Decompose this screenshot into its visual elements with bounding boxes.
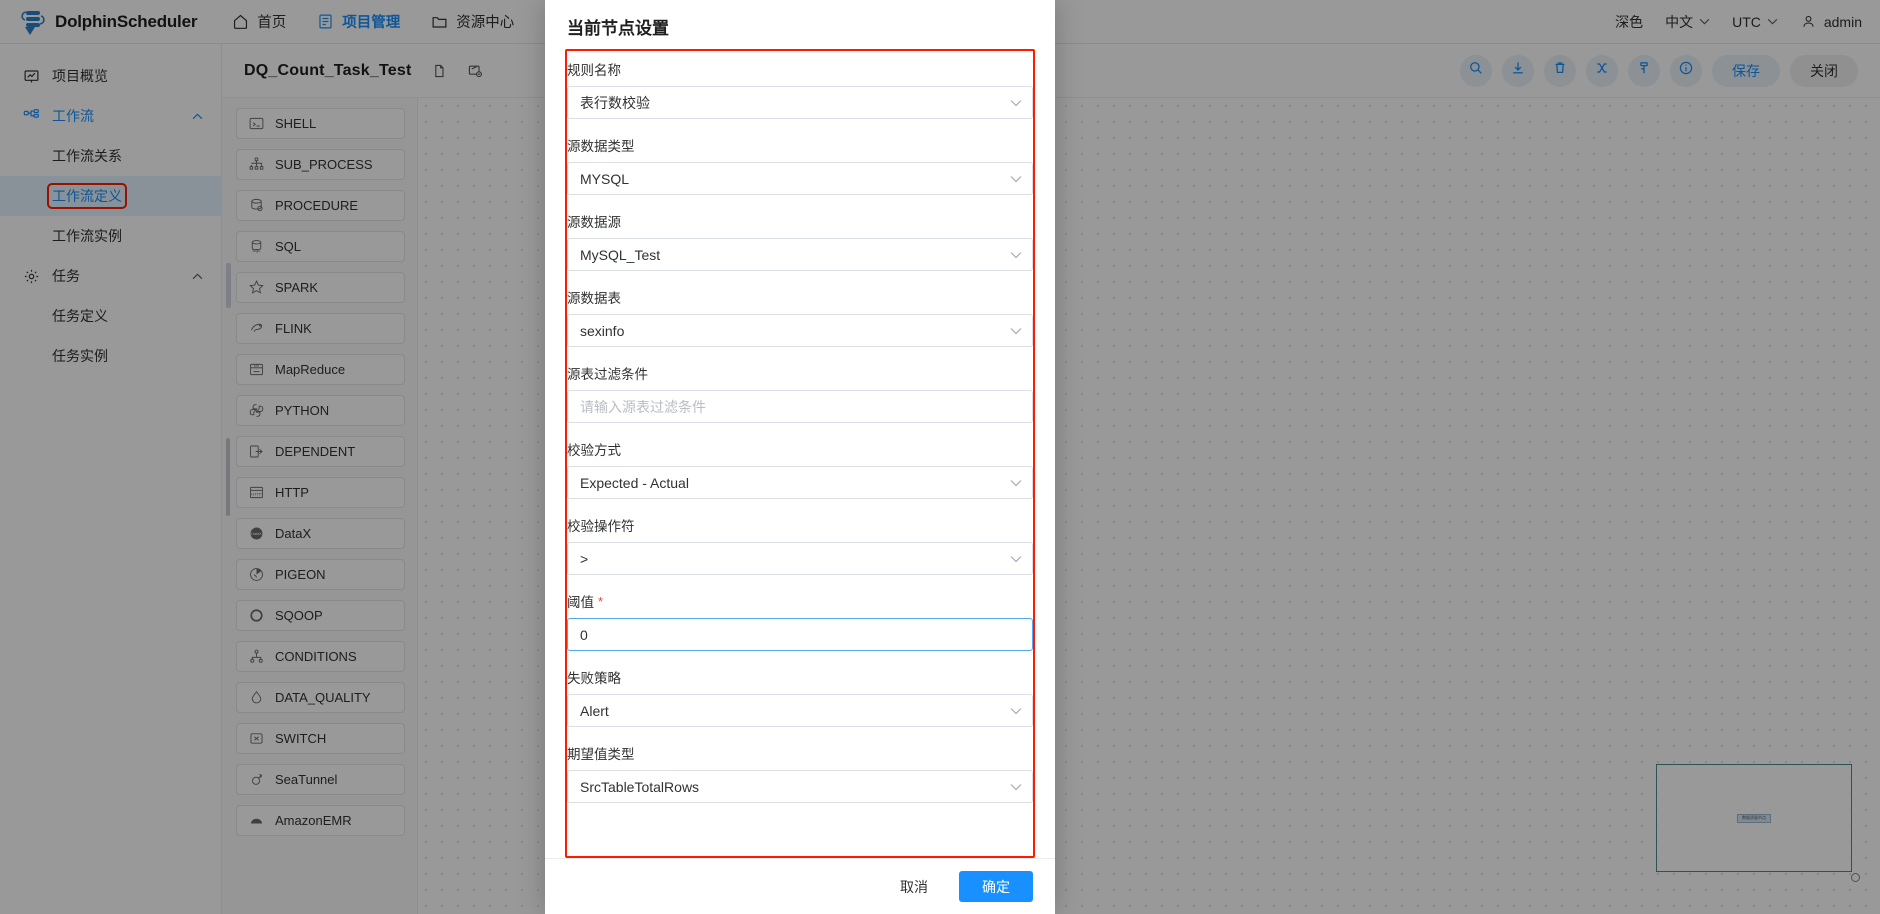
text-input-value-4: 请输入源表过滤条件	[580, 398, 706, 415]
text-input-7[interactable]: 0	[567, 618, 1033, 651]
form-field-label: 源数据源	[567, 215, 621, 230]
chevron-down-icon	[1010, 175, 1022, 182]
form-field-6: 校验操作符 >	[567, 515, 1033, 575]
text-input-4[interactable]: 请输入源表过滤条件	[567, 390, 1033, 423]
select-control-value-6: >	[580, 550, 589, 567]
dialog-body: 规则名称表行数校验源数据类型 MYSQL 源数据源 MySQL_Test 源数据表 sex…	[545, 49, 1055, 858]
chevron-down-icon	[1010, 707, 1022, 714]
form-field-label-wrap: 期望值类型	[567, 743, 1033, 763]
form-field-label: 阈值	[567, 595, 594, 610]
form-field-label: 源数据表	[567, 291, 621, 306]
dialog-header: 当前节点设置	[545, 0, 1055, 49]
node-settings-dialog: 当前节点设置 规则名称表行数校验源数据类型 MYSQL 源数据源 MySQL_Test…	[545, 0, 1055, 914]
form-field-label: 规则名称	[567, 63, 621, 78]
form-field-label-wrap: 源表过滤条件	[567, 363, 1033, 383]
dialog-title: 当前节点设置	[567, 19, 669, 38]
form-field-label: 校验操作符	[567, 519, 635, 534]
select-control-9[interactable]: SrcTableTotalRows	[567, 770, 1033, 803]
form-field-label: 源数据类型	[567, 139, 635, 154]
select-control-value-9: SrcTableTotalRows	[580, 778, 700, 795]
cancel-button[interactable]: 取消	[881, 871, 947, 902]
chevron-down-icon	[1010, 479, 1022, 486]
select-control-value-5: Expected - Actual	[580, 474, 689, 491]
form-field-label-wrap: 规则名称	[567, 59, 1033, 79]
form-field-8: 失败策略 Alert	[567, 667, 1033, 727]
select-control-value-1: MYSQL	[580, 170, 630, 187]
form-field-label: 失败策略	[567, 671, 621, 686]
form-field-1: 源数据类型 MYSQL	[567, 135, 1033, 195]
text-input-value-7: 0	[580, 626, 588, 643]
form-field-label-wrap: 失败策略	[567, 667, 1033, 687]
chevron-down-icon	[1010, 251, 1022, 258]
node-settings-form: 规则名称表行数校验源数据类型 MYSQL 源数据源 MySQL_Test 源数据表 sex…	[567, 49, 1033, 803]
chevron-down-icon	[1010, 555, 1022, 562]
select-control-0[interactable]: 表行数校验	[567, 86, 1033, 119]
select-control-value-3: sexinfo	[580, 322, 625, 339]
select-control-5[interactable]: Expected - Actual	[567, 466, 1033, 499]
chevron-down-icon	[1010, 327, 1022, 334]
form-field-label: 期望值类型	[567, 747, 635, 762]
cancel-button-label: 取消	[900, 878, 928, 895]
form-field-4: 源表过滤条件请输入源表过滤条件	[567, 363, 1033, 423]
form-field-label-wrap: 校验操作符	[567, 515, 1033, 535]
form-field-7: 阈值 * 0	[567, 591, 1033, 651]
chevron-down-icon	[1010, 783, 1022, 790]
form-field-2: 源数据源 MySQL_Test	[567, 211, 1033, 271]
form-field-label-wrap: 阈值 *	[567, 591, 1033, 611]
dialog-footer: 取消 确定	[545, 858, 1055, 914]
select-control-8[interactable]: Alert	[567, 694, 1033, 727]
select-control-1[interactable]: MYSQL	[567, 162, 1033, 195]
confirm-button-label: 确定	[982, 878, 1010, 895]
confirm-button[interactable]: 确定	[959, 871, 1033, 902]
form-field-5: 校验方式 Expected - Actual	[567, 439, 1033, 499]
form-field-0: 规则名称表行数校验	[567, 49, 1033, 119]
form-field-label-wrap: 源数据源	[567, 211, 1033, 231]
form-field-label-wrap: 源数据表	[567, 287, 1033, 307]
form-field-label-wrap: 校验方式	[567, 439, 1033, 459]
required-asterisk: *	[598, 593, 604, 609]
form-field-9: 期望值类型 SrcTableTotalRows	[567, 743, 1033, 803]
form-field-label: 源表过滤条件	[567, 367, 648, 382]
select-control-2[interactable]: MySQL_Test	[567, 238, 1033, 271]
select-control-6[interactable]: >	[567, 542, 1033, 575]
select-control-value-8: Alert	[580, 702, 609, 719]
form-field-label: 校验方式	[567, 443, 621, 458]
select-control-value-0: 表行数校验	[580, 94, 650, 111]
select-control-3[interactable]: sexinfo	[567, 314, 1033, 347]
select-control-value-2: MySQL_Test	[580, 246, 661, 263]
form-field-3: 源数据表 sexinfo	[567, 287, 1033, 347]
form-field-label-wrap: 源数据类型	[567, 135, 1033, 155]
chevron-down-icon	[1010, 99, 1022, 106]
